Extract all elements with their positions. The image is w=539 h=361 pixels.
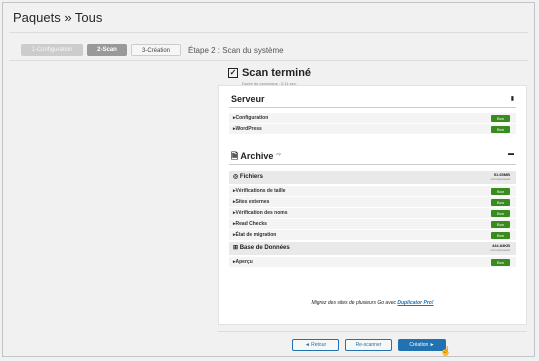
server-row-wordpress[interactable]: WordPress Bon (229, 124, 516, 135)
status-badge: Bon (491, 126, 510, 133)
action-buttons: ◄ Retour Re-scanner Création ► (292, 339, 446, 351)
status-badge: Bon (491, 115, 510, 122)
server-divider (229, 107, 516, 108)
promo-text: Migrez des sites de plusieurs Go avec Du… (219, 300, 526, 306)
files-group-header: ◎ Fichiers 51.65MB uncompressed (229, 171, 516, 184)
archive-title: Archive (240, 151, 274, 161)
database-group-header: ⊞ Base de Données 444.84KB uncompressed (229, 242, 516, 255)
promo-message: Migrez des sites de plusieurs Go avec (311, 300, 396, 306)
checkbox-icon: ✓ (227, 68, 238, 78)
page-title: Paquets » Tous (13, 10, 103, 25)
database-row-overview[interactable]: Aperçu Bon (229, 257, 516, 268)
database-icon: ⊞ (233, 245, 239, 251)
steps-divider (9, 60, 528, 61)
files-size-note: uncompressed (490, 177, 510, 181)
row-label: Aperçu (233, 257, 253, 268)
files-row-read-checks[interactable]: Read Checks Bon (229, 219, 516, 230)
scan-title: Scan terminé (241, 67, 312, 79)
scan-results-panel: Serveur ▮ Configuration Bon WordPress Bo… (218, 85, 527, 325)
server-icon: ▮ (510, 96, 514, 102)
files-title: Fichiers (239, 174, 263, 180)
back-button[interactable]: ◄ Retour (292, 339, 339, 351)
server-row-configuration[interactable]: Configuration Bon (229, 113, 516, 124)
server-section-title: Serveur (231, 94, 265, 104)
status-badge: Bon (491, 232, 510, 239)
row-label: Read Checks (233, 219, 267, 230)
archive-section-title: 🗎 Archive zip (231, 149, 281, 165)
row-label: Sites externes (233, 197, 270, 208)
archive-divider (229, 164, 516, 165)
step-configuration: 1-Configuration (21, 44, 83, 56)
scan-header: ✓ Scan terminé Durée du processus : 0.11… (0, 62, 539, 86)
database-title: Base de Données (239, 245, 290, 251)
row-label: Vérifications de taille (233, 186, 286, 197)
files-icon: ◎ (233, 174, 239, 180)
archive-badge: zip (275, 151, 282, 156)
status-badge: Bon (491, 221, 510, 228)
step-creation: 3-Création (131, 44, 181, 56)
step-title: Étape 2 : Scan du système (188, 45, 284, 55)
status-badge: Bon (491, 188, 510, 195)
files-row-migration[interactable]: État de migration Bon (229, 230, 516, 241)
rescan-button[interactable]: Re-scanner (345, 339, 392, 351)
database-size-note: uncompressed (490, 248, 510, 252)
files-row-external[interactable]: Sites externes Bon (229, 197, 516, 208)
create-button[interactable]: Création ► (398, 339, 446, 351)
files-row-names[interactable]: Vérification des noms Bon (229, 208, 516, 219)
files-row-size[interactable]: Vérifications de taille Bon (229, 186, 516, 197)
row-label: Vérification des noms (233, 208, 288, 219)
status-badge: Bon (491, 210, 510, 217)
row-label: État de migration (233, 230, 277, 241)
archive-icon: ▬ (508, 151, 514, 157)
footer-divider (218, 331, 527, 332)
row-label: Configuration (233, 113, 269, 124)
hand-cursor-icon: ☝ (440, 346, 452, 356)
step-scan: 2-Scan (87, 44, 127, 56)
row-label: WordPress (233, 124, 262, 135)
title-divider (9, 32, 528, 33)
file-icon: 🗎 (231, 151, 239, 161)
status-badge: Bon (491, 199, 510, 206)
duplicator-pro-link[interactable]: Duplicator Pro! (397, 300, 433, 306)
step-indicator: 1-Configuration 2-Scan 3-Création Étape … (21, 44, 284, 56)
status-badge: Bon (491, 259, 510, 266)
